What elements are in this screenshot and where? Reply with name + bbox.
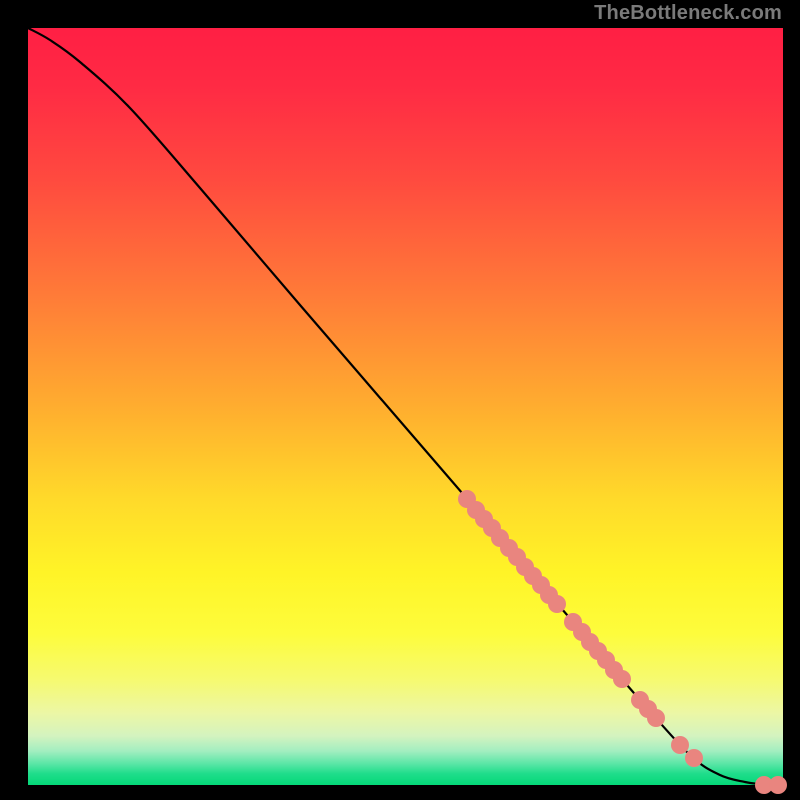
data-marker: [548, 595, 566, 613]
plot-area: [28, 28, 783, 785]
data-marker: [769, 776, 787, 794]
data-marker: [613, 670, 631, 688]
data-marker: [685, 749, 703, 767]
data-marker: [647, 709, 665, 727]
chart-stage: TheBottleneck.com: [0, 0, 800, 800]
chart-svg: [0, 0, 800, 800]
data-marker: [671, 736, 689, 754]
